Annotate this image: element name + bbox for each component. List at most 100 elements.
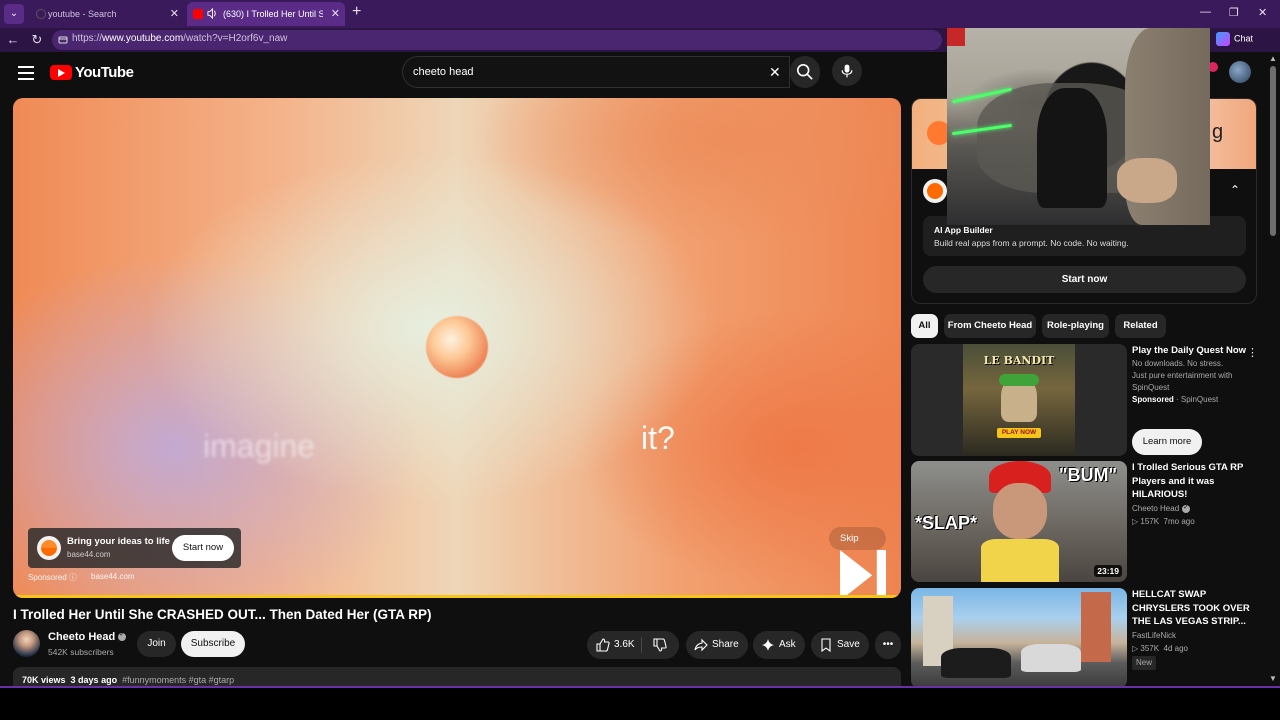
thumb-shirt [981, 539, 1059, 582]
webcam-hand [1117, 158, 1177, 203]
subscriber-count: 542K subscribers [48, 647, 114, 657]
subscribe-button[interactable]: Subscribe [181, 631, 245, 657]
ad-url[interactable]: base44.com [91, 572, 135, 581]
thumbnail[interactable]: "BUM" *SLAP* 23:19 [911, 461, 1127, 582]
ad-title: AI App Builder [934, 225, 993, 235]
scroll-down-icon[interactable]: ▼ [1269, 674, 1277, 683]
tab-title: (630) I Trolled Her Until She C [223, 9, 323, 19]
url-field[interactable]: https://www.youtube.com/watch?v=H2orf6v_… [52, 30, 942, 50]
join-button[interactable]: Join [137, 631, 176, 657]
clear-search-icon[interactable]: ✕ [769, 64, 781, 81]
channel-avatar[interactable] [13, 630, 40, 657]
advertiser-logo [923, 179, 947, 203]
share-icon [694, 638, 708, 652]
rec-channel[interactable]: FastLifeNick [1132, 630, 1176, 642]
chip-from-cheeto-head[interactable]: From Cheeto Head [944, 314, 1036, 338]
tab-close-icon[interactable]: ✕ [170, 2, 179, 26]
tab-youtube-search[interactable]: youtube - Search ✕ [30, 2, 184, 26]
search-query: cheeto head [413, 66, 474, 78]
skip-icon [840, 550, 886, 598]
rec-title[interactable]: HELLCAT SWAP CHRYSLERS TOOK OVER THE LAS… [1132, 588, 1252, 629]
thumbs-down-icon[interactable] [653, 638, 667, 652]
play-icon: ▷ [1132, 517, 1139, 526]
share-button[interactable]: Share [686, 631, 748, 659]
menu-icon[interactable] [18, 66, 34, 80]
ad-banner-letter: g [1212, 121, 1224, 143]
restore-icon[interactable]: ❐ [1229, 6, 1239, 19]
sparkle-icon [762, 639, 774, 651]
search-icon [796, 63, 813, 80]
webcam-object [1037, 88, 1107, 208]
chip-related[interactable]: Related [1115, 314, 1166, 338]
page-scrollbar[interactable]: ▲ ▼ [1268, 52, 1280, 686]
advertiser-logo [37, 536, 61, 560]
like-divider [641, 637, 642, 653]
speaker-icon[interactable] [207, 8, 218, 19]
tab-title: youtube - Search [48, 9, 117, 19]
verified-icon [1182, 502, 1191, 514]
channel-name[interactable]: Cheeto Head [48, 630, 127, 643]
thumb-car [941, 648, 1011, 678]
rec-title[interactable]: Play the Daily Quest Now [1132, 344, 1252, 358]
voice-search-button[interactable] [832, 56, 862, 86]
learn-more-button[interactable]: Learn more [1132, 429, 1202, 455]
skip-ad-button[interactable]: Skip [829, 527, 886, 598]
like-count[interactable]: 3.6K [614, 631, 635, 659]
webcam-overlay [947, 28, 1210, 225]
webcam-red-patch [947, 28, 965, 46]
sponsored-recommendation[interactable]: LE BANDIT PLAY NOW Play the Daily Quest … [911, 344, 1266, 458]
search-input[interactable]: cheeto head ✕ [402, 56, 790, 88]
ad-caption-right: it? [641, 420, 675, 456]
recommendation[interactable]: "BUM" *SLAP* 23:19 I Trolled Serious GTA… [911, 461, 1266, 583]
rec-channel[interactable]: Cheeto Head [1132, 502, 1191, 515]
thumb-face [993, 483, 1047, 539]
recommendation[interactable]: HELLCAT SWAP CHRYSLERS TOOK OVER THE LAS… [911, 588, 1266, 686]
tab-close-icon[interactable]: ✕ [331, 2, 340, 26]
play-icon: ▷ [1132, 644, 1139, 653]
ad-description: Build real apps from a prompt. No code. … [934, 238, 1129, 248]
thumbs-up-icon[interactable] [596, 638, 610, 652]
new-badge: New [1132, 656, 1157, 670]
globe-icon [36, 9, 46, 19]
ad-overlay-card[interactable]: Bring your ideas to life base44.com Star… [28, 528, 241, 568]
site-info-icon[interactable] [58, 35, 68, 45]
more-vert-icon[interactable]: ⋮ [1247, 346, 1258, 359]
save-button[interactable]: Save [811, 631, 869, 659]
video-duration: 23:19 [1094, 565, 1122, 577]
new-tab-button[interactable]: + [352, 3, 361, 21]
description-meta: 70K views 3 days ago #funnymoments #gta … [22, 675, 235, 685]
thumbnail[interactable] [911, 588, 1127, 686]
tab-strip: ⌄ youtube - Search ✕ (630) I Trolled Her… [0, 0, 1280, 28]
close-window-icon[interactable]: ✕ [1258, 6, 1267, 19]
scroll-thumb[interactable] [1270, 66, 1276, 236]
ad-caption-left: imagine [203, 428, 316, 464]
rec-title[interactable]: I Trolled Serious GTA RP Players and it … [1132, 461, 1252, 502]
thumbnail[interactable]: LE BANDIT PLAY NOW [911, 344, 1127, 456]
character-hat [999, 374, 1039, 386]
reload-icon[interactable]: ↻ [29, 32, 45, 48]
ad-start-now-button[interactable]: Start now [172, 535, 234, 561]
rec-stats: ▷ 157K 7mo ago [1132, 517, 1195, 526]
ask-button[interactable]: Ask [753, 631, 805, 659]
thumb-building [1081, 592, 1111, 662]
video-player[interactable]: imagine it? Bring your ideas to life bas… [13, 98, 901, 598]
youtube-favicon-icon [193, 9, 203, 19]
ad-progress-bar[interactable] [13, 595, 901, 598]
chip-role-playing[interactable]: Role-playing [1042, 314, 1109, 338]
description-box[interactable]: 70K views 3 days ago #funnymoments #gta … [13, 667, 901, 686]
more-actions-icon[interactable]: ••• [875, 631, 901, 659]
verified-icon [118, 630, 127, 642]
mic-icon [841, 64, 853, 78]
chevron-up-icon[interactable]: ⌃ [1230, 183, 1240, 197]
copilot-icon [1216, 32, 1230, 46]
account-avatar[interactable] [1229, 61, 1251, 83]
chip-all[interactable]: All [911, 314, 938, 338]
minimize-icon[interactable]: — [1200, 6, 1211, 18]
tab-video[interactable]: (630) I Trolled Her Until She C ✕ [187, 2, 345, 26]
scroll-up-icon[interactable]: ▲ [1269, 54, 1277, 63]
back-arrow-icon[interactable]: ← [5, 32, 21, 48]
search-button[interactable] [790, 56, 820, 88]
chat-button[interactable]: Chat [1216, 32, 1253, 46]
ad-start-now-button[interactable]: Start now [923, 266, 1246, 293]
tab-menu-button[interactable]: ⌄ [4, 4, 24, 24]
